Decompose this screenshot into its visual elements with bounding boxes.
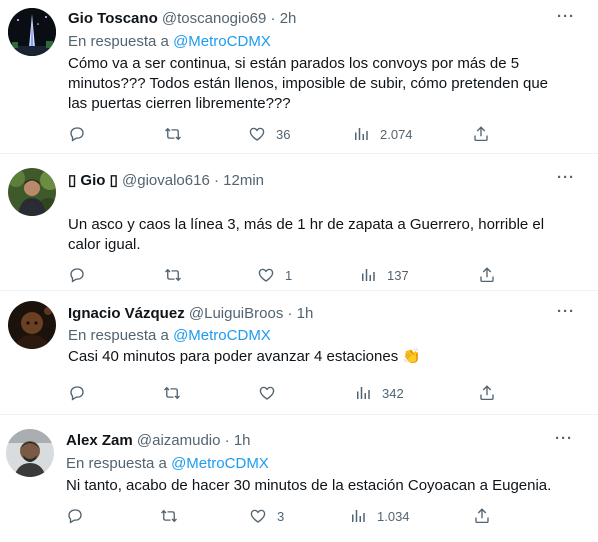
author-handle[interactable]: @giovalo616: [122, 172, 210, 189]
heart-icon: [249, 507, 267, 525]
heart-icon: [258, 384, 276, 402]
share-icon: [473, 507, 491, 525]
share-icon: [478, 384, 496, 402]
more-options-icon[interactable]: ···: [555, 430, 573, 447]
reply-prefix: En respuesta a: [68, 327, 169, 344]
retweet-icon: [164, 125, 182, 143]
more-options-icon[interactable]: ···: [557, 8, 575, 25]
author-name[interactable]: ▯ Gio ▯: [68, 172, 118, 189]
share-button[interactable]: [478, 266, 496, 284]
retweet-icon: [164, 266, 182, 284]
author-name[interactable]: Gio Toscano: [68, 10, 158, 27]
share-icon: [472, 125, 490, 143]
like-button[interactable]: 3: [249, 507, 284, 525]
reply-context: En respuesta a @MetroCDMX: [68, 327, 271, 344]
reply-icon: [68, 384, 86, 402]
action-bar: 342: [68, 384, 508, 404]
timestamp[interactable]: 1h: [297, 305, 314, 322]
share-button[interactable]: [473, 507, 491, 525]
more-options-icon[interactable]: ···: [557, 303, 575, 320]
avatar[interactable]: [8, 301, 56, 349]
views-button[interactable]: 342: [354, 384, 404, 402]
author-name[interactable]: Ignacio Vázquez: [68, 305, 185, 322]
clapping-hands-emoji: 👏: [402, 348, 422, 365]
action-bar: 3 1.034: [66, 507, 506, 527]
share-button[interactable]: [472, 125, 490, 143]
reply-mention-link[interactable]: @MetroCDMX: [173, 33, 271, 50]
share-icon: [478, 266, 496, 284]
views-button[interactable]: 1.034: [349, 507, 410, 525]
author-handle[interactable]: @aizamudio: [137, 432, 221, 449]
retweet-button[interactable]: [160, 507, 188, 525]
views-count: 342: [382, 385, 404, 401]
reply-button[interactable]: [66, 507, 94, 525]
tweet-1[interactable]: Gio Toscano @toscanogio69 · 2h ··· En re…: [0, 0, 598, 150]
tweet-text: Un asco y caos la línea 3, más de 1 hr d…: [68, 216, 545, 253]
retweet-button[interactable]: [164, 266, 192, 284]
views-chart-icon: [349, 507, 367, 525]
timestamp[interactable]: 12min: [223, 172, 264, 189]
reply-context: En respuesta a @MetroCDMX: [66, 455, 269, 472]
reply-button[interactable]: [68, 266, 96, 284]
dot-separator: ·: [270, 10, 276, 27]
reply-mention-link[interactable]: @MetroCDMX: [171, 455, 269, 472]
views-count: 137: [387, 267, 409, 283]
retweet-button[interactable]: [164, 125, 192, 143]
tweet-2[interactable]: ▯ Gio ▯ @giovalo616 · 12min ··· Un asco …: [0, 154, 598, 287]
dot-separator: ·: [287, 305, 293, 322]
retweet-icon: [163, 384, 181, 402]
tweet-3[interactable]: Ignacio Vázquez @LuiguiBroos · 1h ··· En…: [0, 291, 598, 411]
like-count: 3: [277, 508, 285, 524]
reply-prefix: En respuesta a: [66, 455, 167, 472]
views-button[interactable]: 2.074: [352, 125, 413, 143]
reply-button[interactable]: [68, 384, 96, 402]
like-count: 36: [276, 126, 291, 142]
tweet-text-container: Casi 40 minutos para poder avanzar 4 est…: [68, 347, 568, 367]
reply-icon: [66, 507, 84, 525]
author-handle[interactable]: @LuiguiBroos: [189, 305, 283, 322]
action-bar: 36 2.074: [68, 125, 508, 145]
reply-context: En respuesta a @MetroCDMX: [68, 33, 271, 50]
like-button[interactable]: [258, 384, 286, 402]
tweet-text: Cómo va a ser continua, si están parados…: [68, 55, 549, 112]
reply-icon: [68, 266, 86, 284]
more-options-icon[interactable]: ···: [557, 169, 575, 186]
like-button[interactable]: 1: [257, 266, 292, 284]
tweet-text: Casi 40 minutos para poder avanzar 4 est…: [68, 348, 399, 365]
views-button[interactable]: 137: [359, 266, 409, 284]
action-bar: 1 137: [68, 266, 508, 286]
reply-icon: [68, 125, 86, 143]
share-button[interactable]: [478, 384, 496, 402]
avatar[interactable]: [8, 168, 56, 216]
timestamp[interactable]: 2h: [280, 10, 297, 27]
reply-mention-link[interactable]: @MetroCDMX: [173, 327, 271, 344]
views-chart-icon: [359, 266, 377, 284]
heart-icon: [257, 266, 275, 284]
like-button[interactable]: 36: [248, 125, 290, 143]
views-count: 1.034: [377, 508, 410, 524]
like-count: 1: [285, 267, 293, 283]
timestamp[interactable]: 1h: [234, 432, 251, 449]
avatar[interactable]: [8, 8, 56, 56]
dot-separator: ·: [224, 432, 230, 449]
tweet-4[interactable]: Alex Zam @aizamudio · 1h ··· En respuest…: [0, 415, 598, 542]
views-chart-icon: [352, 125, 370, 143]
reply-prefix: En respuesta a: [68, 33, 169, 50]
reply-button[interactable]: [68, 125, 96, 143]
avatar[interactable]: [6, 429, 54, 477]
author-name[interactable]: Alex Zam: [66, 432, 133, 449]
tweet-text: Ni tanto, acabo de hacer 30 minutos de l…: [66, 477, 552, 494]
retweet-button[interactable]: [163, 384, 191, 402]
dot-separator: ·: [213, 172, 219, 189]
author-handle[interactable]: @toscanogio69: [162, 10, 266, 27]
views-chart-icon: [354, 384, 372, 402]
views-count: 2.074: [380, 126, 413, 142]
retweet-icon: [160, 507, 178, 525]
heart-icon: [248, 125, 266, 143]
